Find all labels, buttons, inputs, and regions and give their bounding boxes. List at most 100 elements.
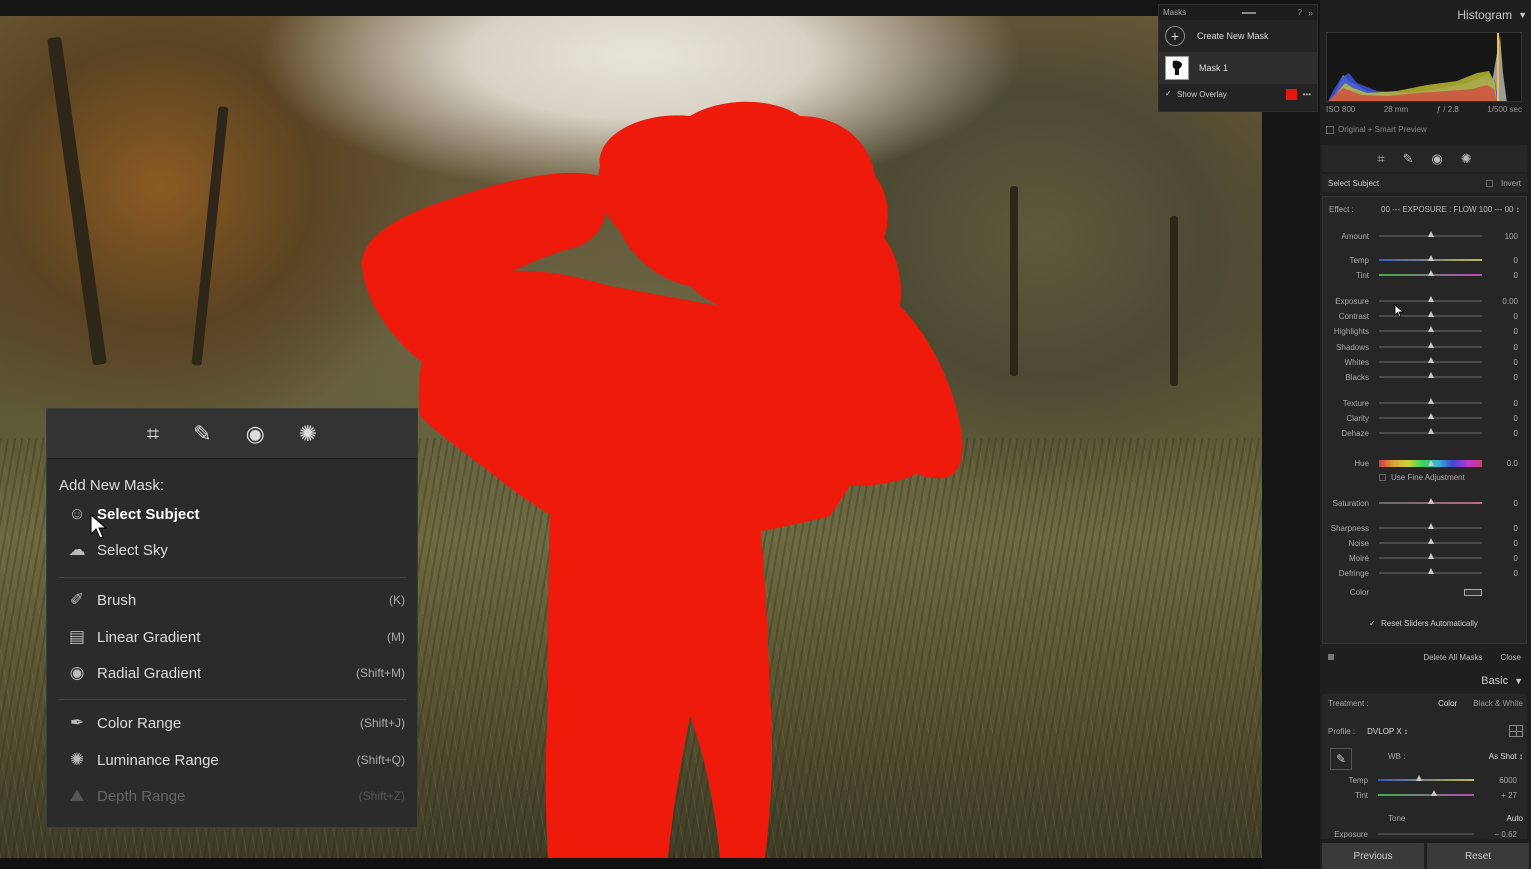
- toggle-mask-icon[interactable]: [1328, 654, 1334, 660]
- slider-value[interactable]: 0: [1498, 256, 1528, 265]
- slider-thumb[interactable]: [1427, 428, 1434, 434]
- profile-browser-icon[interactable]: [1509, 725, 1523, 737]
- slider-thumb[interactable]: [1427, 498, 1434, 504]
- slider-thumb[interactable]: [1427, 357, 1434, 363]
- slider-thumb[interactable]: [1427, 538, 1434, 544]
- slider-track[interactable]: [1379, 459, 1482, 467]
- select-subject-option[interactable]: ☺ Select Subject: [63, 501, 405, 527]
- select-sky-option[interactable]: ☁ Select Sky: [63, 537, 405, 563]
- slider-track[interactable]: [1379, 372, 1482, 378]
- slider-track[interactable]: [1379, 568, 1482, 574]
- slider-blacks[interactable]: Blacks 0: [1323, 371, 1528, 383]
- healing-icon[interactable]: ✎: [1403, 151, 1414, 167]
- slider-thumb[interactable]: [1427, 296, 1434, 302]
- slider-thumb[interactable]: [1427, 311, 1434, 317]
- slider-value[interactable]: 0: [1498, 569, 1528, 578]
- overlay-color-swatch[interactable]: [1285, 88, 1297, 100]
- slider-thumb[interactable]: [1427, 523, 1434, 529]
- slider-thumb[interactable]: [1427, 568, 1434, 574]
- invert-checkbox[interactable]: [1485, 179, 1493, 187]
- more-options-icon[interactable]: •••: [1303, 90, 1311, 99]
- slider-saturation[interactable]: Saturation 0: [1323, 497, 1528, 509]
- histogram-graph[interactable]: [1326, 32, 1522, 102]
- slider-thumb[interactable]: [1427, 342, 1434, 348]
- basic-header[interactable]: Basic ▼: [1322, 672, 1527, 690]
- slider-thumb[interactable]: [1427, 398, 1434, 404]
- slider-track[interactable]: [1379, 523, 1482, 529]
- linear-gradient-option[interactable]: ▤ Linear Gradient (M): [63, 624, 405, 650]
- basic-exposure-slider[interactable]: Exposure − 0.62: [1322, 830, 1527, 838]
- slider-track[interactable]: [1379, 255, 1482, 261]
- show-overlay-row[interactable]: ✓ Show Overlay •••: [1159, 84, 1317, 104]
- eyedropper-icon[interactable]: ✎: [1330, 748, 1352, 770]
- crop-icon[interactable]: ⌗: [1377, 151, 1384, 167]
- fine-adjustment-toggle[interactable]: Use Fine Adjustment: [1379, 473, 1465, 482]
- invert-toggle[interactable]: Invert: [1485, 179, 1521, 188]
- temp-value[interactable]: 6000: [1487, 776, 1527, 785]
- slider-value[interactable]: 0: [1498, 499, 1528, 508]
- slider-value[interactable]: 0: [1498, 399, 1528, 408]
- create-new-mask-button[interactable]: + Create New Mask: [1159, 20, 1317, 52]
- radial-gradient-option[interactable]: ◉ Radial Gradient (Shift+M): [63, 660, 405, 686]
- slider-exposure[interactable]: Exposure 0.00: [1323, 295, 1528, 307]
- slider-thumb[interactable]: [1427, 553, 1434, 559]
- slider-value[interactable]: 0: [1498, 312, 1528, 321]
- exposure-value[interactable]: − 0.62: [1487, 830, 1527, 838]
- slider-thumb[interactable]: [1427, 270, 1434, 276]
- slider-thumb[interactable]: [1427, 413, 1434, 419]
- slider-track[interactable]: [1379, 357, 1482, 363]
- slider-noise[interactable]: Noise 0: [1323, 537, 1528, 549]
- slider-value[interactable]: 0: [1498, 358, 1528, 367]
- effect-preset-dropdown[interactable]: 00 --- EXPOSURE : FLOW 100 --- 00 ↕: [1381, 205, 1520, 214]
- red-eye-icon[interactable]: ◉: [246, 421, 265, 447]
- slider-highlights[interactable]: Highlights 0: [1323, 325, 1528, 337]
- tint-value[interactable]: + 27: [1487, 791, 1527, 800]
- smart-preview-status[interactable]: Original + Smart Preview: [1326, 125, 1427, 134]
- slider-thumb[interactable]: [1427, 326, 1434, 332]
- treatment-color-button[interactable]: Color: [1438, 699, 1457, 708]
- slider-track[interactable]: [1379, 553, 1482, 559]
- slider-dehaze[interactable]: Dehaze 0: [1323, 427, 1528, 439]
- slider-track[interactable]: [1379, 538, 1482, 544]
- slider-track[interactable]: [1379, 413, 1482, 419]
- color-range-option[interactable]: ✒ Color Range (Shift+J): [63, 710, 405, 736]
- masking-icon[interactable]: ✺: [1461, 151, 1472, 167]
- slider-defringe[interactable]: Defringe 0: [1323, 567, 1528, 579]
- slider-clarity[interactable]: Clarity 0: [1323, 412, 1528, 424]
- slider-track[interactable]: [1379, 498, 1482, 504]
- slider-value[interactable]: 0: [1498, 429, 1528, 438]
- drag-grip[interactable]: [1242, 11, 1257, 14]
- fine-adjustment-checkbox[interactable]: [1379, 474, 1386, 481]
- slider-amount[interactable]: Amount 100: [1323, 230, 1528, 242]
- slider-thumb[interactable]: [1427, 372, 1434, 378]
- slider-value[interactable]: 0: [1498, 539, 1528, 548]
- basic-tint-slider[interactable]: Tint + 27: [1322, 789, 1527, 801]
- slider-value[interactable]: 0: [1498, 554, 1528, 563]
- slider-tint[interactable]: Tint 0: [1323, 269, 1528, 281]
- luminance-range-option[interactable]: ✺ Luminance Range (Shift+Q): [63, 747, 405, 773]
- exposure-track[interactable]: [1378, 833, 1474, 835]
- slider-value[interactable]: 100: [1498, 232, 1528, 241]
- slider-hue[interactable]: Hue 0.0: [1323, 457, 1528, 469]
- slider-value[interactable]: 0.00: [1498, 297, 1528, 306]
- slider-texture[interactable]: Texture 0: [1323, 397, 1528, 409]
- slider-contrast[interactable]: Contrast 0: [1323, 310, 1528, 322]
- slider-value[interactable]: 0: [1498, 343, 1528, 352]
- temp-thumb[interactable]: [1416, 775, 1423, 781]
- slider-value[interactable]: 0: [1498, 414, 1528, 423]
- slider-thumb[interactable]: [1427, 255, 1434, 261]
- basic-temp-slider[interactable]: Temp 6000: [1322, 774, 1527, 786]
- tone-auto-button[interactable]: Auto: [1507, 814, 1523, 823]
- red-eye-icon[interactable]: ◉: [1431, 151, 1442, 167]
- slider-moir[interactable]: Moiré 0: [1323, 552, 1528, 564]
- checkmark-icon[interactable]: ✓: [1165, 90, 1173, 98]
- slider-track[interactable]: [1379, 428, 1482, 434]
- slider-thumb[interactable]: [1427, 459, 1434, 466]
- temp-track[interactable]: [1378, 775, 1474, 781]
- slider-whites[interactable]: Whites 0: [1323, 356, 1528, 368]
- slider-track[interactable]: [1379, 270, 1482, 276]
- checkmark-icon[interactable]: ✓: [1369, 619, 1377, 628]
- collapse-icon[interactable]: »: [1308, 8, 1313, 18]
- treatment-bw-button[interactable]: Black & White: [1473, 699, 1523, 708]
- slider-thumb[interactable]: [1427, 231, 1434, 237]
